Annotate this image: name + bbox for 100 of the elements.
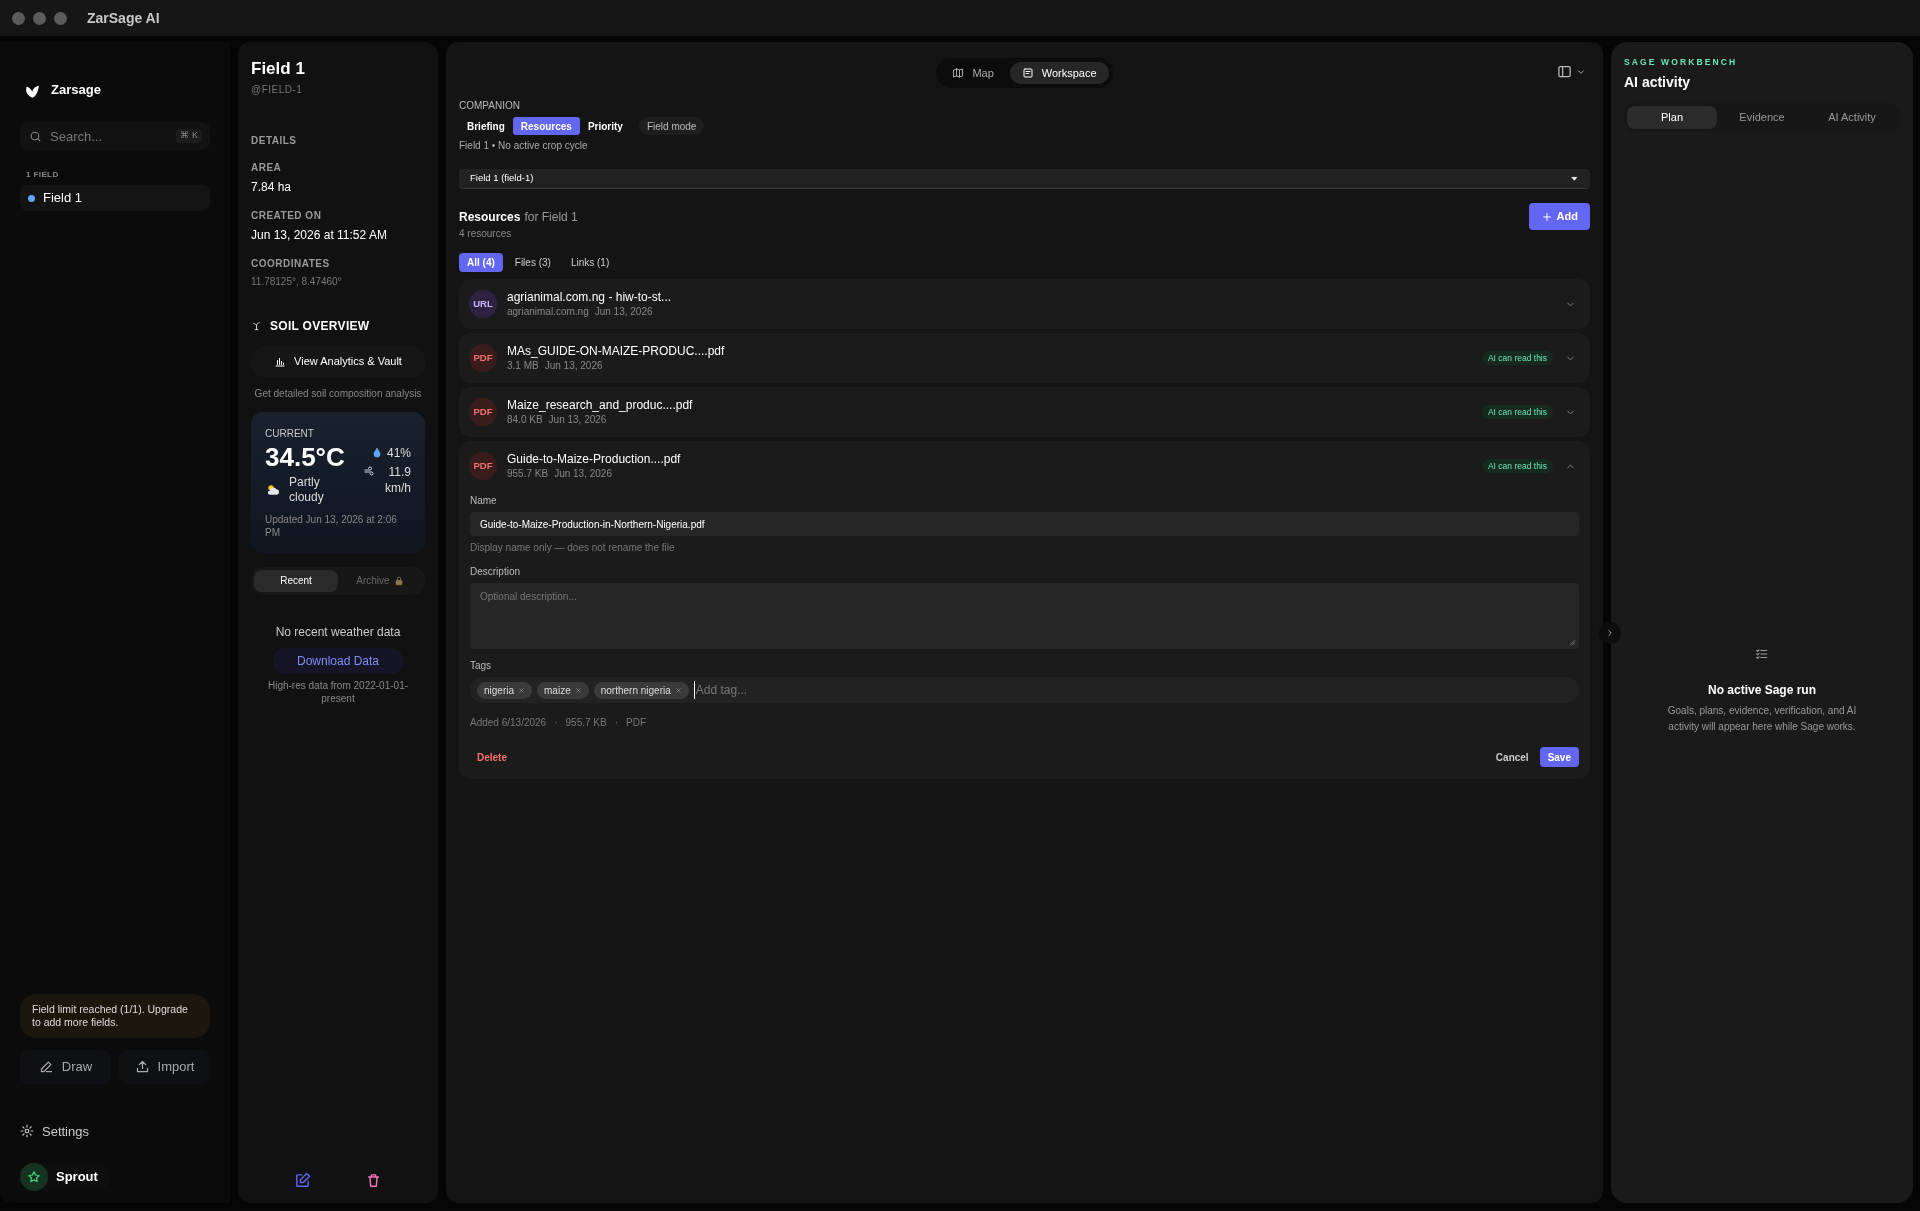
analytics-button[interactable]: View Analytics & Vault <box>251 346 425 377</box>
shortcut-hint: ⌘ K <box>176 129 202 143</box>
document-icon <box>1021 67 1034 79</box>
trash-icon[interactable] <box>365 1172 382 1189</box>
chevron-right-icon <box>1605 628 1615 638</box>
resize-handle-icon[interactable] <box>1567 637 1576 646</box>
resource-meta: Jun 13, 2026 <box>554 466 612 481</box>
detail-value: 11.78125°, 8.47460° <box>251 274 343 289</box>
wind-text: 11.9 km/h <box>384 463 411 496</box>
field-label: Description <box>470 565 522 579</box>
import-button[interactable]: Import <box>119 1049 210 1084</box>
section-heading: DETAILS <box>251 133 298 148</box>
empty-title: No active Sage run <box>1707 681 1816 699</box>
download-button[interactable]: Download Data <box>272 647 404 674</box>
window-control[interactable] <box>54 11 67 25</box>
caption-text: High-res data from 2022-01-01-present <box>266 678 410 705</box>
field-label: Tags <box>470 659 493 673</box>
description-input[interactable]: Optional description... <box>470 583 1579 649</box>
companion-tab[interactable]: Priority <box>579 117 631 135</box>
tag-chip[interactable]: northern nigeria <box>593 681 689 699</box>
field-mode-button[interactable]: Field mode <box>638 117 705 135</box>
name-input[interactable]: Guide-to-Maize-Production-in-Northern-Nigeria.pdf <box>470 512 1579 536</box>
detail-value: 7.84 ha <box>251 178 293 196</box>
view-tab[interactable]: Map <box>940 62 1006 84</box>
filter-tab[interactable]: All (4) <box>459 253 503 272</box>
plant-icon <box>251 320 262 331</box>
window-control[interactable] <box>12 11 25 25</box>
add-tag-input[interactable]: Add tag... <box>693 681 1572 699</box>
subtitle-text: Field 1 • No active crop cycle <box>459 139 589 153</box>
info-text: 955.7 KB <box>565 716 607 730</box>
cancel-button[interactable]: Cancel <box>1488 747 1536 767</box>
bar-chart-icon <box>274 355 287 368</box>
close-icon[interactable] <box>518 686 526 694</box>
checklist-icon <box>1755 646 1769 661</box>
workbench-tab[interactable]: Plan <box>1627 105 1717 129</box>
ai-readable-tag: AI can read this <box>1481 459 1553 473</box>
weather-tab[interactable]: Recent <box>254 569 338 592</box>
lock-icon <box>393 575 404 586</box>
workbench-tab[interactable]: AI Activity <box>1807 105 1897 129</box>
settings-link[interactable]: Settings <box>20 1121 89 1141</box>
detail-label: AREA <box>251 160 283 175</box>
delete-button[interactable]: Delete <box>470 747 514 767</box>
field-title: Field 1 <box>251 58 306 80</box>
upload-icon <box>134 1059 150 1074</box>
view-tab[interactable]: Workspace <box>1009 62 1109 84</box>
weather-label: CURRENT <box>265 426 315 441</box>
file-type-badge: PDF <box>469 344 497 372</box>
draw-button[interactable]: Draw <box>20 1049 111 1084</box>
tag-chip[interactable]: nigeria <box>477 681 533 699</box>
resource-meta: 84.0 KB <box>507 412 543 427</box>
field-list-item[interactable]: Field 1 <box>20 185 210 211</box>
tag-chip[interactable]: maize <box>537 681 589 699</box>
brand-name: Zarsage <box>51 81 101 100</box>
empty-message: No recent weather data <box>274 623 402 641</box>
condition-text: Partly cloudy <box>289 474 325 505</box>
resource-name: agrianimal.com.ng - hiw-to-st... <box>507 289 673 304</box>
companion-tab[interactable]: Briefing <box>459 117 513 135</box>
pencil-icon <box>38 1059 54 1074</box>
file-type-badge: PDF <box>469 398 497 426</box>
info-text: Added 6/13/2026 <box>470 716 547 730</box>
ai-readable-tag: AI can read this <box>1481 351 1553 365</box>
window-title: ZarSage AI <box>87 8 160 28</box>
section-title: Resources <box>459 209 521 226</box>
companion-tab[interactable]: Resources <box>512 117 580 135</box>
panel-toggle-button[interactable] <box>1557 64 1586 79</box>
resource-name: Maize_research_and_produc....pdf <box>507 397 694 412</box>
eyebrow-label: SAGE WORKBENCH <box>1624 56 1739 69</box>
temperature-text: 34.5°C <box>265 440 345 473</box>
resource-meta: 955.7 KB <box>507 466 549 481</box>
map-icon <box>952 67 965 79</box>
window-control[interactable] <box>33 11 46 25</box>
sidebar-layout-icon <box>1557 64 1572 79</box>
save-button[interactable]: Save <box>1539 747 1579 767</box>
ai-readable-tag: AI can read this <box>1481 405 1553 419</box>
updated-text: Updated Jun 13, 2026 at 2:06 PM <box>265 512 398 539</box>
field-label: Name <box>470 494 498 508</box>
section-heading: SOIL OVERVIEW <box>270 317 370 335</box>
info-text: · <box>554 716 558 730</box>
section-label: COMPANION <box>459 99 521 113</box>
add-button[interactable]: Add <box>1528 203 1590 230</box>
edit-icon[interactable] <box>294 1172 311 1189</box>
info-text: PDF <box>626 716 647 730</box>
field-handle: @FIELD-1 <box>251 82 304 97</box>
humidity-text: 41% <box>386 444 411 462</box>
resource-meta: 3.1 MB <box>507 358 539 373</box>
count-text: 4 resources <box>459 227 513 241</box>
droplet-icon <box>370 446 383 459</box>
workbench-tab[interactable]: Evidence <box>1717 105 1807 129</box>
field-select[interactable]: Field 1 (field-1) <box>459 169 1590 189</box>
resource-name: MAs_GUIDE-ON-MAIZE-PRODUC....pdf <box>507 343 726 358</box>
close-icon[interactable] <box>574 686 582 694</box>
filter-tab[interactable]: Links (1) <box>562 253 618 272</box>
caret-icon <box>1570 174 1579 183</box>
file-type-badge: PDF <box>469 452 497 480</box>
limit-notice: Field limit reached (1/1). Upgrade to add more fields. <box>20 993 210 1038</box>
filter-tab[interactable]: Files (3) <box>506 253 559 272</box>
panel-title: AI activity <box>1624 72 1692 92</box>
tags-input[interactable]: nigeria maize northern nigeria Add tag... <box>470 677 1579 703</box>
close-icon[interactable] <box>674 686 682 694</box>
section-label: 1 FIELD <box>26 169 60 181</box>
